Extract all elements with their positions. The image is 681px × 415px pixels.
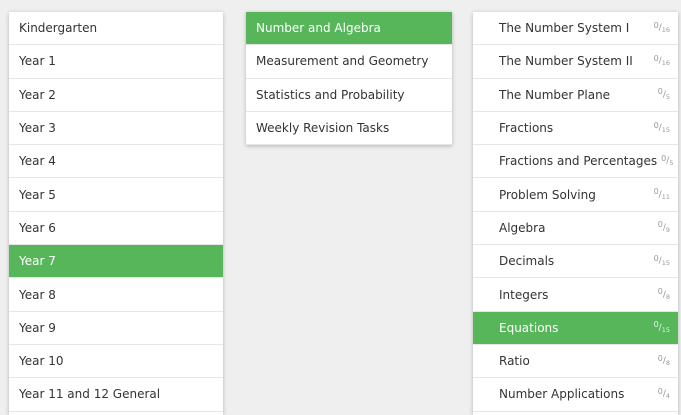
year-item-kindergarten[interactable]: Kindergarten	[9, 12, 223, 46]
year-item-year-5[interactable]: Year 5	[9, 178, 223, 212]
topic-item-label: Algebra	[499, 220, 546, 235]
total-count: 8	[665, 292, 670, 301]
completed-count: 0	[661, 153, 667, 163]
progress-count: 0/8	[657, 287, 670, 301]
total-count: 5	[669, 159, 674, 168]
strand-item-label: Number and Algebra	[256, 21, 381, 36]
topic-list: The Number System I 0/16 The Number System…	[473, 12, 678, 415]
year-item-year-11-and-12-general[interactable]: Year 11 and 12 General	[9, 378, 223, 412]
year-item-label: Year 10	[19, 354, 64, 369]
completed-count: 0	[653, 120, 659, 130]
topic-item-label: Number Applications	[499, 387, 625, 402]
strand-item-number-and-algebra[interactable]: Number and Algebra	[246, 12, 452, 46]
total-count: 15	[661, 259, 670, 268]
topic-item-label: Fractions	[499, 121, 554, 136]
topic-item-label: Equations	[499, 320, 559, 335]
strand-item-label: Measurement and Geometry	[256, 54, 429, 69]
progress-count: 0/5	[657, 87, 670, 101]
year-item-label: Year 6	[19, 220, 56, 235]
strand-item-label: Weekly Revision Tasks	[256, 120, 390, 135]
year-item-label: Year 9	[19, 320, 56, 335]
progress-count: 0/5	[661, 153, 674, 168]
topic-item-the-number-system-i[interactable]: The Number System I 0/16	[473, 12, 678, 46]
total-count: 11	[661, 192, 670, 201]
year-item-year-3[interactable]: Year 3	[9, 112, 223, 146]
strand-list: Number and Algebra Measurement and Geomet…	[246, 12, 452, 145]
year-item-label: Year 4	[19, 154, 56, 169]
total-count: 16	[661, 26, 670, 35]
topic-item-fractions-and-percentages[interactable]: Fractions and Percentages 0/5	[473, 145, 678, 179]
progress-count: 0/11	[653, 187, 670, 201]
year-level-list: Kindergarten Year 1 Year 2 Year 3 Year 4 Year…	[9, 12, 223, 415]
completed-count: 0	[653, 187, 659, 197]
topic-item-decimals[interactable]: Decimals 0/15	[473, 245, 678, 279]
total-count: 5	[665, 92, 670, 101]
topic-item-label: The Number System II	[499, 54, 633, 69]
year-item-label: Year 8	[19, 287, 56, 302]
completed-count: 0	[657, 220, 663, 230]
completed-count: 0	[657, 87, 663, 97]
total-count: 8	[665, 359, 670, 368]
year-item-label: Year 5	[19, 187, 56, 202]
year-item-label: Year 3	[19, 121, 56, 136]
progress-count: 0/4	[657, 386, 670, 401]
progress-count: 0/16	[653, 53, 670, 68]
progress-count: 0/16	[653, 20, 670, 35]
total-count: 9	[665, 225, 670, 234]
strand-item-label: Statistics and Probability	[256, 87, 405, 102]
completed-count: 0	[653, 320, 659, 330]
total-count: 4	[665, 392, 670, 401]
total-count: 15	[661, 126, 670, 135]
year-item-year-8[interactable]: Year 8	[9, 278, 223, 312]
topic-item-problem-solving[interactable]: Problem Solving 0/11	[473, 178, 678, 212]
year-item-label: Year 7	[19, 254, 56, 269]
strand-item-weekly-revision-tasks[interactable]: Weekly Revision Tasks	[246, 112, 452, 145]
topic-item-number-applications[interactable]: Number Applications 0/4	[473, 378, 678, 412]
progress-count: 0/15	[653, 120, 670, 135]
year-item-year-4[interactable]: Year 4	[9, 145, 223, 179]
topic-item-the-number-system-ii[interactable]: The Number System II 0/16	[473, 45, 678, 79]
strand-item-statistics-and-probability[interactable]: Statistics and Probability	[246, 79, 452, 112]
topic-item-fractions[interactable]: Fractions 0/15	[473, 112, 678, 146]
total-count: 15	[661, 325, 670, 334]
year-item-year-10[interactable]: Year 10	[9, 345, 223, 379]
year-item-label: Year 2	[19, 87, 56, 102]
topic-item-label: Problem Solving	[499, 187, 596, 202]
progress-count: 0/15	[653, 253, 670, 268]
strand-item-measurement-and-geometry[interactable]: Measurement and Geometry	[246, 45, 452, 79]
topic-item-equations[interactable]: Equations 0/15	[473, 311, 678, 345]
topic-item-ratio[interactable]: Ratio 0/8	[473, 345, 678, 379]
topic-item-label: Fractions and Percentages	[499, 154, 658, 169]
topic-item-algebra[interactable]: Algebra 0/9	[473, 212, 678, 246]
topic-item-the-number-plane[interactable]: The Number Plane 0/5	[473, 79, 678, 112]
completed-count: 0	[657, 287, 663, 297]
year-item-year-6[interactable]: Year 6	[9, 212, 223, 246]
completed-count: 0	[657, 353, 663, 363]
year-item-year-9[interactable]: Year 9	[9, 312, 223, 345]
year-item-year-2[interactable]: Year 2	[9, 79, 223, 112]
completed-count: 0	[653, 253, 659, 263]
topic-item-label: The Number Plane	[499, 87, 611, 102]
total-count: 16	[661, 59, 670, 68]
year-item-label: Kindergarten	[19, 21, 98, 36]
topic-item-label: Decimals	[499, 254, 555, 269]
topic-item-integers[interactable]: Integers 0/8	[473, 278, 678, 312]
completed-count: 0	[657, 386, 663, 396]
completed-count: 0	[653, 20, 659, 30]
progress-count: 0/15	[653, 320, 670, 334]
topic-item-label: The Number System I	[499, 21, 630, 36]
progress-count: 0/8	[657, 353, 670, 368]
topic-item-label: Ratio	[499, 354, 530, 369]
topic-item-label: Integers	[499, 287, 549, 302]
completed-count: 0	[653, 53, 659, 63]
year-item-year-1[interactable]: Year 1	[9, 45, 223, 79]
year-item-year-7[interactable]: Year 7	[9, 245, 223, 279]
year-item-label: Year 1	[19, 54, 56, 69]
year-item-label: Year 11 and 12 General	[19, 387, 161, 402]
progress-count: 0/9	[657, 220, 670, 234]
